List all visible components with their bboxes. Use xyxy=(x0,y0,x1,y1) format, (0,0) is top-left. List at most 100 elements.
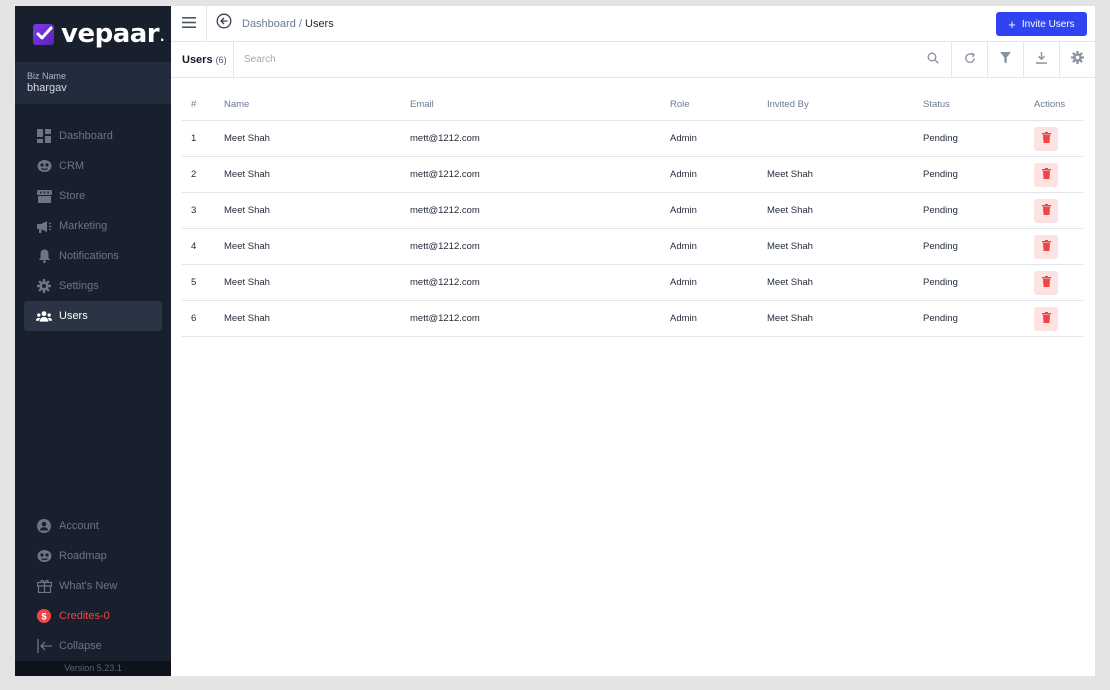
breadcrumb-dashboard-link[interactable]: Dashboard xyxy=(242,18,296,30)
sidebar-item-collapse[interactable]: Collapse xyxy=(24,631,162,661)
sidebar-item-settings[interactable]: Settings xyxy=(24,271,162,301)
sidebar-item-label: Credites-0 xyxy=(59,610,110,622)
cell-number: 2 xyxy=(191,169,197,180)
cell-status: Pending xyxy=(923,133,958,144)
breadcrumb-current: Users xyxy=(305,17,334,30)
app-window: vepaar. Biz Name bhargav Dashboard CRM S… xyxy=(15,5,1095,676)
top-bar: Dashboard / Users + Invite Users xyxy=(171,5,1095,42)
sidebar-item-label: CRM xyxy=(59,160,85,172)
filter-button[interactable] xyxy=(987,42,1023,78)
toolbar-actions xyxy=(915,42,1095,78)
invite-users-button[interactable]: + Invite Users xyxy=(996,12,1087,36)
delete-button[interactable] xyxy=(1034,163,1058,187)
logo[interactable]: vepaar. xyxy=(15,6,171,62)
trash-icon xyxy=(1041,240,1051,254)
cell-number: 6 xyxy=(191,313,197,324)
menu-toggle-button[interactable] xyxy=(171,5,207,42)
download-icon xyxy=(1036,51,1047,69)
version-label: Version 5.23.1 xyxy=(15,661,171,676)
cell-role: Admin xyxy=(670,277,697,288)
delete-button[interactable] xyxy=(1034,307,1058,331)
col-header-email: Email xyxy=(410,99,434,110)
collapse-icon xyxy=(36,638,52,654)
cell-number: 4 xyxy=(191,241,197,252)
cell-role: Admin xyxy=(670,313,697,324)
delete-button[interactable] xyxy=(1034,235,1058,259)
sidebar-item-marketing[interactable]: Marketing xyxy=(24,211,162,241)
users-icon xyxy=(36,308,52,324)
back-button[interactable] xyxy=(216,13,232,34)
cell-number: 1 xyxy=(191,133,197,144)
sidebar-item-account[interactable]: Account xyxy=(24,511,162,541)
cell-name: Meet Shah xyxy=(224,277,270,288)
search-input[interactable] xyxy=(244,54,644,65)
col-header-name: Name xyxy=(224,99,250,110)
delete-button[interactable] xyxy=(1034,127,1058,151)
business-switcher[interactable]: Biz Name bhargav xyxy=(15,62,171,104)
col-header-number: # xyxy=(191,99,197,110)
col-header-role: Role xyxy=(670,99,690,110)
table-row[interactable]: 6 Meet Shah mett@1212.com Admin Meet Shah Pen… xyxy=(182,301,1083,337)
sidebar-item-label: Notifications xyxy=(59,250,119,262)
megaphone-icon xyxy=(36,218,52,234)
sidebar-item-label: Roadmap xyxy=(59,550,107,562)
refresh-button[interactable] xyxy=(951,42,987,78)
table-row[interactable]: 4 Meet Shah mett@1212.com Admin Meet Shah Pen… xyxy=(182,229,1083,265)
table-body: 1 Meet Shah mett@1212.com Admin Pending 2 Meet… xyxy=(182,121,1083,337)
trash-icon xyxy=(1041,132,1051,146)
invite-users-label: Invite Users xyxy=(1021,18,1075,30)
cell-invited-by: Meet Shah xyxy=(767,277,813,288)
gift-icon xyxy=(36,578,52,594)
cell-number: 5 xyxy=(191,277,197,288)
sidebar-item-dashboard[interactable]: Dashboard xyxy=(24,121,162,151)
table-header: # Name Email Role Invited By Status Acti… xyxy=(182,89,1083,121)
sidebar-item-label: Store xyxy=(59,190,86,202)
arrow-left-circle-icon xyxy=(216,13,232,34)
table-row[interactable]: 3 Meet Shah mett@1212.com Admin Meet Shah Pen… xyxy=(182,193,1083,229)
cell-role: Admin xyxy=(670,205,697,216)
cell-role: Admin xyxy=(670,169,697,180)
download-button[interactable] xyxy=(1023,42,1059,78)
sidebar-item-label: Collapse xyxy=(59,640,102,652)
sidebar-item-notifications[interactable]: Notifications xyxy=(24,241,162,271)
sidebar-item-label: What's New xyxy=(59,580,118,592)
search-button[interactable] xyxy=(915,42,951,78)
sidebar-item-crm[interactable]: CRM xyxy=(24,151,162,181)
sidebar-item-label: Dashboard xyxy=(59,130,113,142)
tab-users[interactable]: Users (6) xyxy=(171,41,234,78)
sidebar-item-store[interactable]: Store xyxy=(24,181,162,211)
col-header-invited-by: Invited By xyxy=(767,99,809,110)
biz-name: bhargav xyxy=(27,82,67,94)
roadmap-icon xyxy=(36,548,52,564)
cell-name: Meet Shah xyxy=(224,169,270,180)
delete-button[interactable] xyxy=(1034,271,1058,295)
breadcrumb-separator: / xyxy=(295,17,305,30)
cell-invited-by: Meet Shah xyxy=(767,313,813,324)
table-row[interactable]: 1 Meet Shah mett@1212.com Admin Pending xyxy=(182,121,1083,157)
delete-button[interactable] xyxy=(1034,199,1058,223)
sidebar-item-whats-new[interactable]: What's New xyxy=(24,571,162,601)
sidebar-item-label: Account xyxy=(59,520,99,532)
cell-email: mett@1212.com xyxy=(410,241,480,252)
tab-users-label: Users xyxy=(182,53,213,66)
sidebar-item-users[interactable]: Users xyxy=(24,301,162,331)
sidebar-item-credits[interactable]: $ Credites-0 xyxy=(24,601,162,631)
cell-status: Pending xyxy=(923,277,958,288)
settings-button[interactable] xyxy=(1059,42,1095,78)
list-toolbar: Users (6) xyxy=(171,41,1095,78)
cell-role: Admin xyxy=(670,241,697,252)
sidebar-item-roadmap[interactable]: Roadmap xyxy=(24,541,162,571)
sidebar-item-label: Marketing xyxy=(59,220,108,232)
sidebar-item-label: Users xyxy=(59,310,88,322)
table-row[interactable]: 5 Meet Shah mett@1212.com Admin Meet Shah Pen… xyxy=(182,265,1083,301)
cell-status: Pending xyxy=(923,241,958,252)
store-icon xyxy=(36,188,52,204)
refresh-icon xyxy=(964,51,976,69)
cell-email: mett@1212.com xyxy=(410,133,480,144)
tab-users-count: (6) xyxy=(215,54,227,65)
table-row[interactable]: 2 Meet Shah mett@1212.com Admin Meet Shah Pen… xyxy=(182,157,1083,193)
cell-email: mett@1212.com xyxy=(410,205,480,216)
crm-icon xyxy=(36,158,52,174)
cell-status: Pending xyxy=(923,169,958,180)
cell-invited-by: Meet Shah xyxy=(767,169,813,180)
